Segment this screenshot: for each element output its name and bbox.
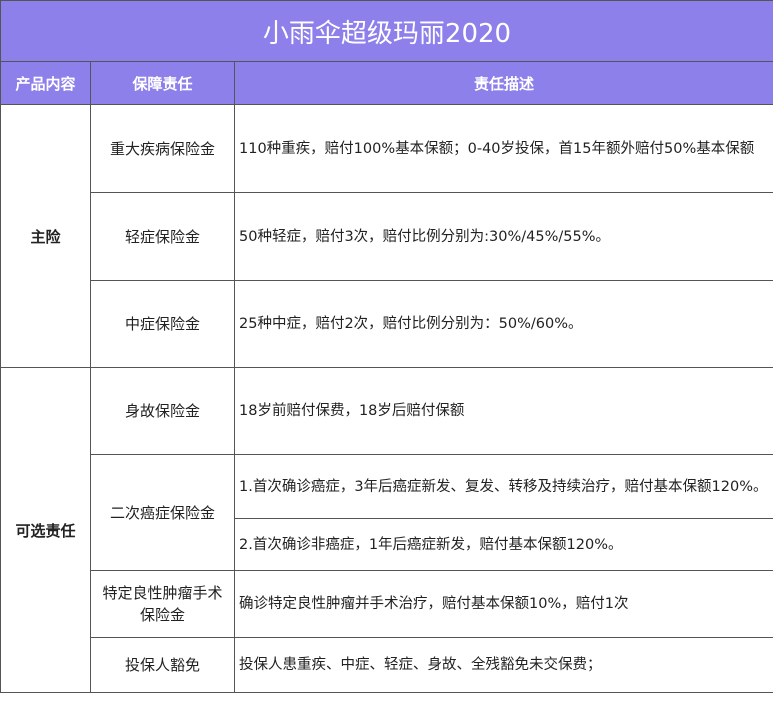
coverage-death: 身故保险金	[90, 367, 235, 455]
desc-mild: 50种轻症，赔付3次，赔付比例分别为:30%/45%/55%。	[233, 192, 773, 281]
desc-waiver: 投保人患重疾、中症、轻症、身故、全残豁免未交保费；	[233, 637, 773, 693]
desc-critical: 110种重疾，赔付100%基本保额；0-40岁投保，首15年额外赔付50%基本保…	[233, 104, 773, 193]
coverage-second-cancer: 二次癌症保险金	[90, 454, 235, 571]
desc-second-cancer-1: 1.首次确诊癌症，3年后癌症新发、复发、转移及持续治疗，赔付基本保额120%。	[233, 454, 773, 519]
header-row: 产品内容 保障责任 责任描述	[0, 61, 773, 105]
coverage-moderate: 中症保险金	[90, 280, 235, 368]
desc-tumor: 确诊特定良性肿瘤并手术治疗，赔付基本保额10%，赔付1次	[233, 570, 773, 638]
category-main: 主险	[0, 104, 91, 368]
table-row: 投保人豁免 投保人患重疾、中症、轻症、身故、全残豁免未交保费；	[1, 637, 773, 693]
coverage-tumor: 特定良性肿瘤手术保险金	[90, 570, 235, 638]
desc-second-cancer-2: 2.首次确诊非癌症，1年后癌症新发，赔付基本保额120%。	[233, 518, 773, 571]
table-row: 二次癌症保险金 1.首次确诊癌症，3年后癌症新发、复发、转移及持续治疗，赔付基本…	[1, 454, 773, 571]
coverage-waiver: 投保人豁免	[90, 637, 235, 693]
category-optional: 可选责任	[0, 367, 91, 693]
header-product: 产品内容	[0, 61, 91, 105]
desc-death: 18岁前赔付保费，18岁后赔付保额	[233, 367, 773, 455]
header-coverage: 保障责任	[90, 61, 235, 105]
table-row: 中症保险金 25种中症，赔付2次，赔付比例分别为：50%/60%。	[1, 280, 773, 368]
insurance-table: 小雨伞超级玛丽2020 产品内容 保障责任 责任描述 主险 重大疾病保险金 11…	[0, 0, 773, 693]
table-row: 可选责任 身故保险金 18岁前赔付保费，18岁后赔付保额	[0, 367, 773, 693]
table-row: 主险 重大疾病保险金 110种重疾，赔付100%基本保额；0-40岁投保，首15…	[0, 104, 773, 368]
table-row: 特定良性肿瘤手术保险金 确诊特定良性肿瘤并手术治疗，赔付基本保额10%，赔付1次	[1, 570, 773, 638]
coverage-mild: 轻症保险金	[90, 192, 235, 281]
title-row: 小雨伞超级玛丽2020	[0, 0, 773, 62]
coverage-critical: 重大疾病保险金	[90, 104, 235, 193]
header-description: 责任描述	[233, 61, 773, 105]
desc-moderate: 25种中症，赔付2次，赔付比例分别为：50%/60%。	[233, 280, 773, 368]
table-title: 小雨伞超级玛丽2020	[0, 0, 773, 62]
table-row: 轻症保险金 50种轻症，赔付3次，赔付比例分别为:30%/45%/55%。	[1, 192, 773, 281]
